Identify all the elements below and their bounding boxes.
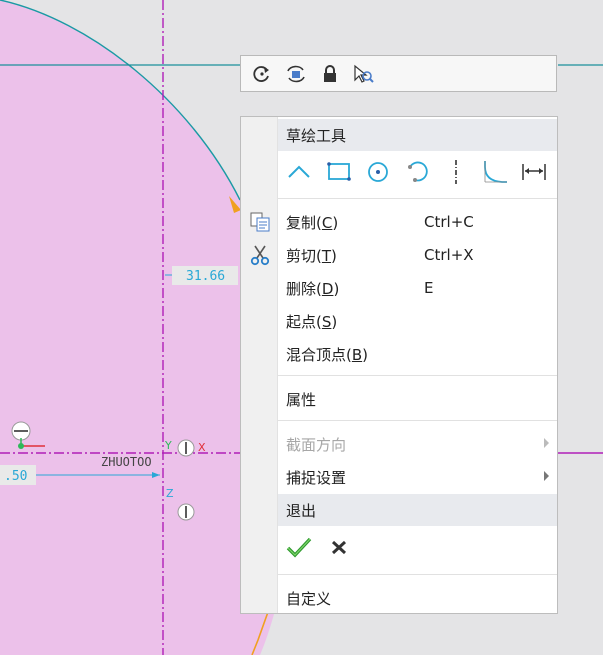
rectangle-icon[interactable] <box>325 158 353 186</box>
arc-icon[interactable] <box>403 158 431 186</box>
lock-icon[interactable] <box>317 61 342 86</box>
dimension-label-partial[interactable]: .50 <box>4 469 27 484</box>
horizontal-constraint-icon[interactable] <box>11 421 31 441</box>
line-chain-icon[interactable] <box>286 158 314 186</box>
menu-separator <box>278 420 557 421</box>
confirm-row <box>278 533 557 565</box>
menu-item-start-point[interactable]: 起点(S) <box>278 305 557 337</box>
vertical-constraint-icon[interactable] <box>177 503 195 521</box>
mini-toolbar <box>240 55 557 92</box>
shortcut-delete: E <box>424 279 434 297</box>
origin-label: ZHUOTOO <box>101 455 152 469</box>
submenu-arrow-icon <box>544 438 549 448</box>
menu-item-snap-settings[interactable]: 捕捉设置 <box>278 461 557 493</box>
sync-swap-icon[interactable] <box>283 61 308 86</box>
menu-header-label: 草绘工具 <box>286 126 347 145</box>
circle-icon[interactable] <box>364 158 392 186</box>
cancel-x-icon[interactable] <box>330 538 348 560</box>
dimension-icon[interactable] <box>520 158 548 186</box>
dimension-label[interactable]: 31.66 <box>186 269 225 284</box>
menu-item-properties[interactable]: 属性 <box>278 383 557 415</box>
menu-gutter <box>241 117 278 613</box>
menu-separator <box>278 198 557 199</box>
context-menu: 草绘工具 复制(C) Ctrl+C 剪切(T) Ctrl+X 删除(D) E 起… <box>240 116 558 614</box>
menu-item-copy[interactable]: 复制(C) Ctrl+C <box>278 206 557 238</box>
menu-separator <box>278 574 557 575</box>
menu-header-sketch-tools: 草绘工具 <box>278 119 557 151</box>
axis-label-x: X <box>198 441 206 454</box>
axis-label-z: Z <box>166 487 174 500</box>
fillet-icon[interactable] <box>481 158 509 186</box>
ok-check-icon[interactable] <box>286 536 312 562</box>
sketch-tools-row <box>278 155 557 189</box>
menu-item-blend-vertex[interactable]: 混合顶点(B) <box>278 338 557 370</box>
menu-item-exit[interactable]: 退出 <box>278 494 557 526</box>
vertical-constraint-icon[interactable] <box>177 439 195 457</box>
menu-item-delete[interactable]: 删除(D) E <box>278 272 557 304</box>
refresh-icon[interactable] <box>249 61 274 86</box>
centerline-icon[interactable] <box>442 158 470 186</box>
menu-item-customize[interactable]: 自定义 <box>278 582 557 614</box>
shortcut-cut: Ctrl+X <box>424 246 474 264</box>
submenu-arrow-icon <box>544 471 549 481</box>
shortcut-copy: Ctrl+C <box>424 213 474 231</box>
menu-separator <box>278 375 557 376</box>
axis-label-y: Y <box>164 439 172 452</box>
menu-item-section-direction: 截面方向 <box>278 428 557 460</box>
copy-icon <box>249 211 271 233</box>
menu-item-cut[interactable]: 剪切(T) Ctrl+X <box>278 239 557 271</box>
scissors-icon <box>249 244 271 266</box>
zoom-select-icon[interactable] <box>351 61 376 86</box>
